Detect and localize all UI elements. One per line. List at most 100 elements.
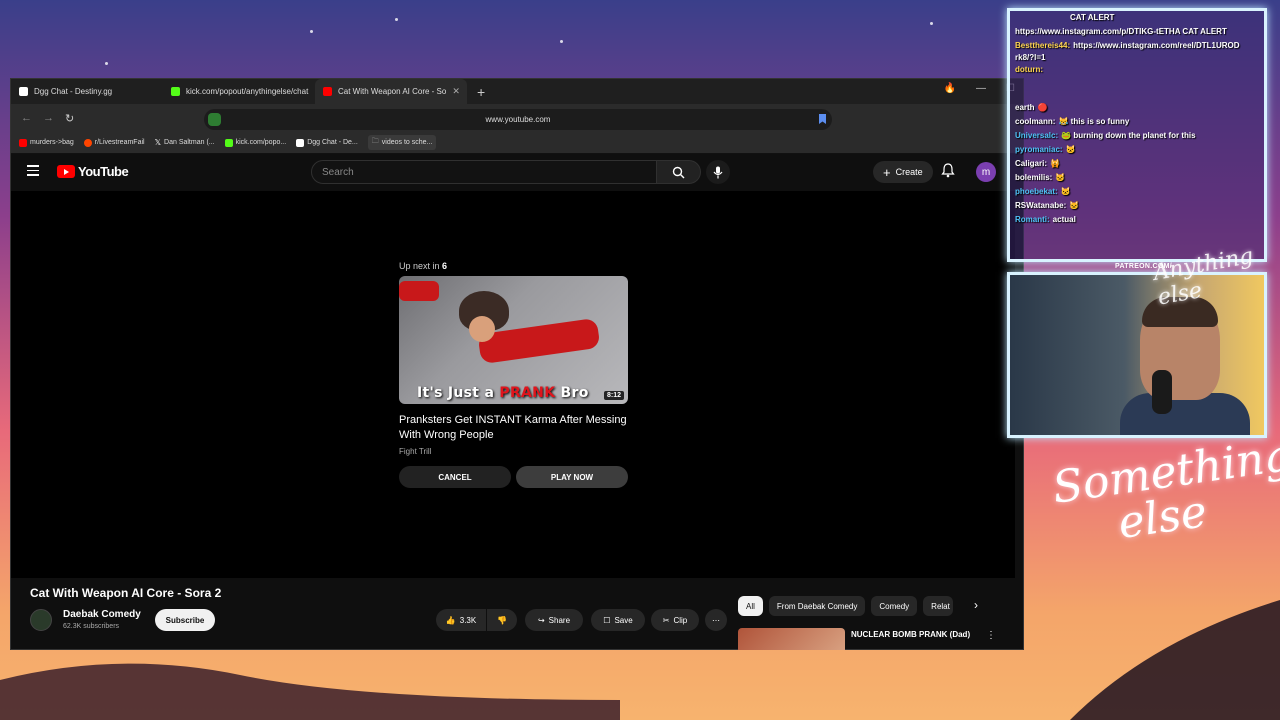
emote-icon: 😹 bbox=[1058, 117, 1069, 126]
search-button[interactable] bbox=[657, 160, 701, 184]
more-actions-button[interactable]: ⋯ bbox=[705, 609, 727, 631]
cancel-autoplay-button[interactable]: CANCEL bbox=[399, 466, 511, 488]
chat-message: Caligari: 🙀 bbox=[1010, 157, 1264, 171]
palm-silhouette-right bbox=[1070, 600, 1280, 720]
clip-button[interactable]: ✂ Clip bbox=[651, 609, 699, 631]
forward-arrow-icon[interactable]: → bbox=[43, 112, 54, 124]
bookmark-label: kick.com/popo... bbox=[235, 139, 287, 146]
like-count: 3.3K bbox=[459, 615, 477, 625]
close-tab-icon[interactable]: ✕ bbox=[452, 86, 460, 97]
emote-icon: 🐱 bbox=[1065, 145, 1076, 154]
account-avatar[interactable]: m bbox=[976, 162, 996, 182]
chat-message: Universalc: 🐸 burning down the planet for… bbox=[1010, 129, 1264, 143]
chat-username: Universalc: bbox=[1015, 131, 1059, 140]
bookmark-x[interactable]: 𝕏 Dan Saltman (... bbox=[155, 138, 215, 147]
chat-text: this is so funny bbox=[1070, 117, 1130, 126]
up-next-thumbnail[interactable]: It's Just a PRANK Bro 8:12 bbox=[399, 276, 628, 404]
x-logo-icon: 𝕏 bbox=[154, 138, 162, 147]
create-button[interactable]: + Create bbox=[873, 161, 933, 183]
emote-icon: 🐱 bbox=[1060, 187, 1071, 196]
save-label: Save bbox=[614, 615, 633, 625]
bookmark-kick[interactable]: kick.com/popo... bbox=[224, 138, 287, 147]
minimize-button[interactable]: — bbox=[976, 83, 986, 94]
bookmark-label: Dan Saltman (... bbox=[164, 139, 215, 146]
youtube-logo[interactable]: YouTube bbox=[57, 164, 129, 179]
destiny-favicon-icon bbox=[19, 87, 28, 96]
share-button[interactable]: ↪ Share bbox=[525, 609, 583, 631]
youtube-play-icon bbox=[57, 165, 75, 178]
recommended-title[interactable]: NUCLEAR BOMB PRANK (Dad) bbox=[851, 630, 970, 639]
chat-username: RSWatanabe: bbox=[1015, 201, 1067, 210]
clip-label: Clip bbox=[673, 615, 688, 625]
chip-comedy[interactable]: Comedy bbox=[871, 596, 918, 616]
chat-username: earth bbox=[1015, 103, 1035, 112]
bookmark-reddit[interactable]: r/LivestreamFail bbox=[83, 138, 145, 147]
thumbs-up-icon: 👍 bbox=[445, 615, 456, 625]
stream-chat-overlay: CAT ALERT https://www.instagram.com/p/DT… bbox=[1007, 8, 1267, 262]
more-vert-icon[interactable]: ⋮ bbox=[986, 630, 996, 641]
emote-icon: 🙀 bbox=[1050, 159, 1060, 168]
share-icon: ↪ bbox=[537, 615, 545, 625]
emote-icon: 🔴 bbox=[1037, 103, 1048, 112]
chip-all[interactable]: All bbox=[738, 596, 763, 616]
bookmark-label: Dgg Chat - De... bbox=[307, 139, 358, 146]
bookmark-murders[interactable]: murders->bag bbox=[19, 138, 74, 147]
subscribe-button[interactable]: Subscribe bbox=[155, 609, 215, 631]
thumbnail-figure bbox=[399, 281, 439, 301]
bookmark-label: r/LivestreamFail bbox=[94, 139, 145, 146]
up-next-channel: Fight Trill bbox=[399, 447, 432, 456]
plus-icon: + bbox=[883, 164, 891, 180]
chat-text: actual bbox=[1052, 215, 1076, 224]
browser-window: Dgg Chat - Destiny.gg kick.com/popout/an… bbox=[10, 78, 1024, 650]
notifications-bell-icon[interactable] bbox=[941, 163, 955, 178]
save-button[interactable]: ☐ Save bbox=[591, 609, 645, 631]
up-next-label: Up next in bbox=[399, 261, 440, 271]
up-next-title[interactable]: Pranksters Get INSTANT Karma After Messi… bbox=[399, 413, 629, 443]
something-else-logo: Something else bbox=[1049, 430, 1280, 555]
new-tab-button[interactable]: + bbox=[467, 84, 495, 100]
tab-label: Dgg Chat - Destiny.gg bbox=[34, 87, 113, 96]
chat-message: https://www.instagram.com/p/DTIKG-tETHA … bbox=[1010, 25, 1264, 39]
voice-search-button[interactable] bbox=[706, 160, 730, 184]
thumbs-down-icon: 👎 bbox=[497, 615, 507, 625]
caption-text: It's Just a bbox=[417, 385, 495, 401]
bookmark-dgg[interactable]: Dgg Chat - De... bbox=[296, 138, 358, 147]
back-arrow-icon[interactable]: ← bbox=[21, 112, 32, 124]
chat-text: https://www.instagram.com/p/DTIKG-tETHA … bbox=[1015, 27, 1227, 36]
chat-username: coolmann: bbox=[1015, 117, 1056, 126]
chat-message: phoebekat: 🐱 bbox=[1010, 185, 1264, 199]
chat-message: bolemilis: 🐱 bbox=[1010, 171, 1264, 185]
flame-icon[interactable]: 🔥 bbox=[944, 83, 956, 94]
chat-message: Romanti: actual bbox=[1010, 213, 1264, 227]
search-input[interactable] bbox=[311, 160, 657, 184]
tab-kick-chat[interactable]: kick.com/popout/anythingelse/chat bbox=[163, 79, 315, 104]
youtube-favicon-icon bbox=[19, 138, 27, 147]
menu-icon[interactable] bbox=[27, 165, 39, 179]
chat-username: Caligari: bbox=[1015, 159, 1048, 168]
kick-favicon-icon bbox=[171, 87, 180, 96]
channel-avatar[interactable] bbox=[30, 609, 52, 631]
recommended-thumbnail[interactable] bbox=[738, 628, 845, 650]
tab-dgg-chat[interactable]: Dgg Chat - Destiny.gg bbox=[11, 79, 163, 104]
chat-username: pyromaniac: bbox=[1015, 145, 1063, 154]
bookmark-folder-videos[interactable]: 🗀 videos to sche... bbox=[367, 135, 437, 150]
youtube-favicon-icon bbox=[323, 87, 332, 96]
chevron-right-icon[interactable]: › bbox=[974, 598, 978, 612]
search-icon bbox=[672, 166, 685, 178]
video-player[interactable]: Up next in 6 It's Just a PRANK Bro 8:12 … bbox=[11, 191, 1015, 578]
create-label: Create bbox=[895, 167, 923, 177]
microphone-icon bbox=[1152, 370, 1172, 414]
chip-related[interactable]: Relat bbox=[923, 596, 954, 616]
like-button[interactable]: 👍 3.3K bbox=[436, 609, 486, 631]
bookmark-icon[interactable] bbox=[819, 114, 826, 124]
reload-icon[interactable]: ↻ bbox=[65, 112, 75, 125]
channel-name[interactable]: Daebak Comedy bbox=[63, 609, 141, 620]
tab-youtube-video[interactable]: Cat With Weapon AI Core - So ✕ bbox=[315, 79, 467, 104]
bookmark-label: murders->bag bbox=[30, 139, 74, 146]
chip-from-channel[interactable]: From Daebak Comedy bbox=[768, 596, 866, 616]
palm-silhouette-left bbox=[0, 663, 620, 720]
url-field[interactable]: www.youtube.com bbox=[204, 109, 832, 130]
dislike-button[interactable]: 👎 bbox=[487, 609, 517, 631]
play-now-button[interactable]: PLAY NOW bbox=[516, 466, 628, 488]
shield-icon[interactable] bbox=[208, 113, 221, 126]
